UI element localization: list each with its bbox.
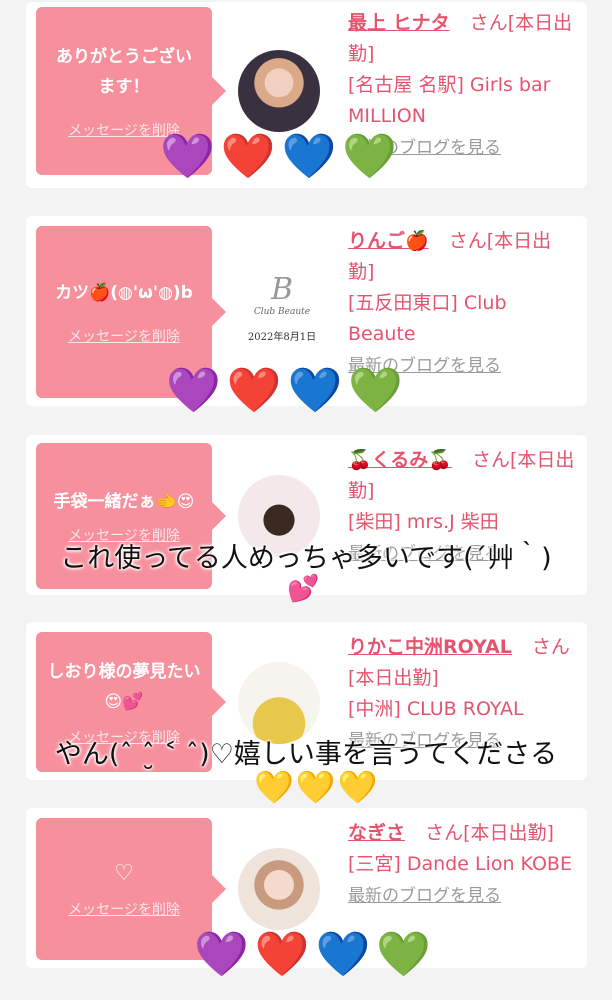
purple-heart-icon: 💜 [194, 929, 255, 980]
message-text: ありがとうございます！ [56, 47, 192, 97]
message-text: しおり様の夢見たい😍💕 [47, 662, 201, 712]
caption-text: やん(ˆ ˆ̮ ˂ ˆ)♡嬉しい事を言うてくださる [54, 739, 558, 770]
blue-heart-icon: 💙 [315, 929, 377, 980]
club-logo-icon: B [270, 272, 294, 307]
club-logo-date: 2022年8月1日 [247, 332, 317, 343]
red-heart-icon: ❤️ [254, 929, 316, 980]
cast-name-link[interactable]: 最上 ヒナタ [348, 12, 450, 34]
yellow-heart-icon: 💛 [295, 768, 338, 806]
green-heart-icon: 💚 [342, 131, 404, 182]
avatar[interactable]: B Club Beaute 2022年8月1日 [234, 268, 330, 364]
message-text: カツ🍎(◍'ω'◍)b [55, 283, 193, 303]
green-heart-icon: 💚 [376, 929, 438, 980]
shop-name: [三宮] Dande Lion KOBE [348, 853, 572, 875]
cast-name-link[interactable]: 🍒くるみ🍒 [348, 449, 452, 471]
purple-heart-icon: 💜 [160, 131, 221, 182]
message-text: 手袋一緒だぁ🫲😍 [53, 492, 195, 512]
honorific: さん [448, 230, 487, 252]
club-logo-text: Club Beaute [253, 307, 311, 317]
honorific: さん [469, 12, 508, 34]
purple-heart-icon: 💜 [166, 365, 227, 416]
yellow-heart-icon: 💛 [254, 768, 296, 806]
work-status: [本日出勤] [348, 667, 439, 689]
honorific: さん [471, 449, 510, 471]
delete-message-link[interactable]: メッセージを削除 [68, 326, 180, 346]
green-heart-icon: 💚 [348, 365, 410, 416]
cast-name-link[interactable]: りんご🍎 [348, 230, 429, 252]
cast-name-link[interactable]: りかこ中洲ROYAL [348, 636, 512, 658]
avatar[interactable] [238, 50, 320, 132]
delete-message-link[interactable]: メッセージを削除 [68, 899, 180, 919]
message-bubble: ♡ メッセージを削除 [36, 818, 226, 960]
honorific: さん [531, 636, 570, 658]
message-text: ♡ [114, 861, 134, 886]
red-heart-icon: ❤️ [220, 131, 282, 182]
cast-info: りんご🍎 さん[本日出勤] [五反田東口] Club Beaute 最新のブログ… [348, 226, 576, 382]
red-heart-icon: ❤️ [226, 365, 288, 416]
avatar[interactable] [238, 848, 320, 930]
cast-info: なぎさ さん[本日出勤] [三宮] Dande Lion KOBE 最新のブログ… [348, 818, 576, 912]
cast-name-link[interactable]: なぎさ [348, 822, 405, 844]
yellow-heart-icon: 💛 [337, 768, 380, 806]
work-status: [本日出勤] [463, 822, 554, 844]
shop-name: [名古屋 名駅] Girls bar MILLION [348, 74, 551, 127]
shop-name: [柴田] mrs.J 柴田 [348, 511, 499, 533]
shop-name: [中洲] CLUB ROYAL [348, 698, 524, 720]
caption-text: これ使ってる人めっちゃ多いです(´艸｀) [60, 543, 552, 574]
blue-heart-icon: 💙 [281, 131, 343, 182]
blue-heart-icon: 💙 [287, 365, 349, 416]
hearts-sticker: 💜❤️💙💚 [194, 930, 437, 980]
hearts-sticker: 💜❤️💙💚 [160, 132, 403, 182]
blog-link[interactable]: 最新のブログを見る [348, 886, 501, 906]
shop-name: [五反田東口] Club Beaute [348, 292, 507, 345]
two-hearts-icon: 💕 [287, 574, 320, 604]
yellow-hearts-sticker: 💛💛💛 [254, 768, 380, 806]
hearts-sticker: 💜❤️💙💚 [166, 366, 409, 416]
honorific: さん [425, 822, 464, 844]
